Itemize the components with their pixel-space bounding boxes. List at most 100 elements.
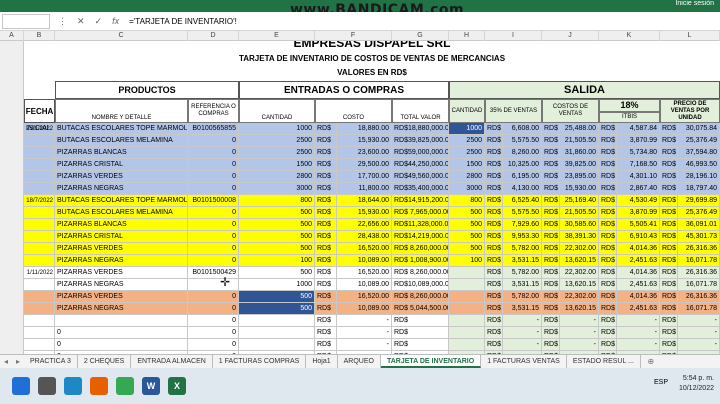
system-clock[interactable]: 5:54 p. m. 10/12/2022 bbox=[679, 374, 714, 394]
column-header-d[interactable]: D bbox=[188, 31, 239, 41]
cell-h[interactable]: 3000 bbox=[449, 183, 485, 195]
cell-i2[interactable]: - bbox=[503, 327, 542, 339]
cell-l1[interactable]: RD$ bbox=[660, 243, 678, 255]
cell-d[interactable]: 0 bbox=[188, 327, 239, 339]
cell-i1[interactable]: RD$ bbox=[485, 183, 503, 195]
cell-j2[interactable]: 25,169.40 bbox=[560, 195, 599, 207]
cell-l2[interactable]: - bbox=[678, 327, 720, 339]
cell-k2[interactable]: 4,014.36 bbox=[617, 267, 660, 279]
cell-c[interactable]: PIZARRAS NEGRAS bbox=[55, 255, 188, 267]
cell-l2[interactable]: 29,699.89 bbox=[678, 195, 720, 207]
cell-i1[interactable]: RD$ bbox=[485, 243, 503, 255]
cell-j1[interactable]: RD$ bbox=[542, 339, 560, 351]
cell-c[interactable]: 0 bbox=[55, 327, 188, 339]
cell-k2[interactable]: 2,451.63 bbox=[617, 303, 660, 315]
cell-f2[interactable]: 15,930.00 bbox=[337, 135, 392, 147]
cell-c[interactable]: BUTACAS ESCOLARES MELAMINA bbox=[55, 135, 188, 147]
cell-j1[interactable]: RD$ bbox=[542, 255, 560, 267]
cell-c[interactable]: PIZARRAS VERDES bbox=[55, 171, 188, 183]
cell-g[interactable]: RD$ 8,260,000.00 bbox=[392, 267, 449, 279]
cell-j1[interactable]: RD$ bbox=[542, 315, 560, 327]
cell-i2[interactable]: 5,782.00 bbox=[503, 291, 542, 303]
cell-k1[interactable]: RD$ bbox=[599, 339, 617, 351]
cell-h[interactable] bbox=[449, 279, 485, 291]
cell-h[interactable]: 500 bbox=[449, 207, 485, 219]
cell-k2[interactable]: 4,014.36 bbox=[617, 243, 660, 255]
sheet-tab[interactable]: ENTRADA ALMACEN bbox=[131, 355, 213, 368]
cell-f2[interactable]: 10,089.00 bbox=[337, 255, 392, 267]
cell-j1[interactable]: RD$ bbox=[542, 267, 560, 279]
cell-j1[interactable]: RD$ bbox=[542, 243, 560, 255]
cell-k2[interactable]: - bbox=[617, 339, 660, 351]
cell-l2[interactable]: 30,075.84 bbox=[678, 123, 720, 135]
cell-i1[interactable]: RD$ bbox=[485, 195, 503, 207]
cell-h[interactable] bbox=[449, 267, 485, 279]
cell-l1[interactable]: RD$ bbox=[660, 303, 678, 315]
cell-j2[interactable]: 39,825.00 bbox=[560, 159, 599, 171]
sheet-tab[interactable]: 1 FACTURAS COMPRAS bbox=[213, 355, 307, 368]
cell-e[interactable]: 500 bbox=[239, 231, 315, 243]
cell-k1[interactable]: RD$ bbox=[599, 243, 617, 255]
worksheet-grid[interactable]: EMPRESAS DISPAPEL SRL TARJETA DE INVENTA… bbox=[24, 41, 720, 354]
cell-f2[interactable]: 22,656.00 bbox=[337, 219, 392, 231]
cell-g[interactable]: RD$59,000,000.00 bbox=[392, 147, 449, 159]
cell-e[interactable]: 2500 bbox=[239, 135, 315, 147]
cell-e[interactable] bbox=[239, 327, 315, 339]
sheet-tab[interactable]: TARJETA DE INVENTARIO bbox=[380, 355, 482, 368]
cell-k2[interactable]: - bbox=[617, 327, 660, 339]
cell-k2[interactable]: 2,867.40 bbox=[617, 183, 660, 195]
cell-b[interactable] bbox=[24, 219, 55, 231]
cell-l2[interactable]: 46,993.50 bbox=[678, 159, 720, 171]
column-header-e[interactable]: E bbox=[239, 31, 315, 41]
cell-b[interactable] bbox=[24, 135, 55, 147]
cell-d[interactable]: 0 bbox=[188, 183, 239, 195]
name-box[interactable] bbox=[2, 13, 50, 29]
cell-h[interactable] bbox=[449, 303, 485, 315]
cell-e[interactable]: 3000 bbox=[239, 183, 315, 195]
cell-f2[interactable]: 16,520.00 bbox=[337, 291, 392, 303]
cell-c[interactable]: 0 bbox=[55, 339, 188, 351]
cell-d[interactable]: 0 bbox=[188, 231, 239, 243]
cell-g[interactable]: RD$18,880,000.00 bbox=[392, 123, 449, 135]
cell-l2[interactable]: 25,376.49 bbox=[678, 207, 720, 219]
cell-f2[interactable]: 16,520.00 bbox=[337, 243, 392, 255]
column-header-a[interactable]: A bbox=[0, 31, 24, 41]
cell-h[interactable]: 2500 bbox=[449, 147, 485, 159]
cell-e[interactable]: 500 bbox=[239, 243, 315, 255]
cell-j2[interactable]: 13,620.15 bbox=[560, 279, 599, 291]
cell-b[interactable]: 25/1/2022 bbox=[24, 123, 55, 135]
cell-l1[interactable]: RD$ bbox=[660, 171, 678, 183]
cell-l2[interactable]: 16,071.78 bbox=[678, 255, 720, 267]
cell-j2[interactable]: 21,505.50 bbox=[560, 135, 599, 147]
cell-b[interactable] bbox=[24, 291, 55, 303]
cell-f2[interactable]: - bbox=[337, 315, 392, 327]
cell-l2[interactable]: 37,594.80 bbox=[678, 147, 720, 159]
cell-k1[interactable]: RD$ bbox=[599, 195, 617, 207]
cell-e[interactable]: 1500 bbox=[239, 159, 315, 171]
cell-f1[interactable]: RD$ bbox=[315, 207, 337, 219]
language-indicator[interactable]: ESP bbox=[654, 379, 668, 386]
cell-l1[interactable]: RD$ bbox=[660, 231, 678, 243]
cell-c[interactable]: BUTACAS ESCOLARES TOPE MARMOL bbox=[55, 195, 188, 207]
cell-i1[interactable]: RD$ bbox=[485, 267, 503, 279]
cell-g[interactable]: RD$ 8,260,000.00 bbox=[392, 243, 449, 255]
cell-j2[interactable]: - bbox=[560, 339, 599, 351]
sheet-tab[interactable]: ESTADO RESUL ... bbox=[567, 355, 641, 368]
cell-f1[interactable]: RD$ bbox=[315, 279, 337, 291]
tab-next-icon[interactable]: ▸ bbox=[12, 357, 24, 366]
cell-d[interactable]: 0 bbox=[188, 159, 239, 171]
cell-l1[interactable]: RD$ bbox=[660, 147, 678, 159]
cell-f2[interactable]: 16,520.00 bbox=[337, 267, 392, 279]
cell-k2[interactable]: 3,870.99 bbox=[617, 135, 660, 147]
cell-d[interactable]: 0 bbox=[188, 315, 239, 327]
cell-e[interactable]: 2800 bbox=[239, 171, 315, 183]
cell-j2[interactable]: 31,860.00 bbox=[560, 147, 599, 159]
cell-g[interactable]: RD$44,250,000.00 bbox=[392, 159, 449, 171]
cell-j2[interactable]: 30,585.60 bbox=[560, 219, 599, 231]
cell-b[interactable] bbox=[24, 303, 55, 315]
cell-f1[interactable]: RD$ bbox=[315, 291, 337, 303]
cell-i1[interactable]: RD$ bbox=[485, 171, 503, 183]
cell-j2[interactable]: 38,391.30 bbox=[560, 231, 599, 243]
cell-k1[interactable]: RD$ bbox=[599, 135, 617, 147]
cell-g[interactable]: RD$ 7,965,000.00 bbox=[392, 207, 449, 219]
